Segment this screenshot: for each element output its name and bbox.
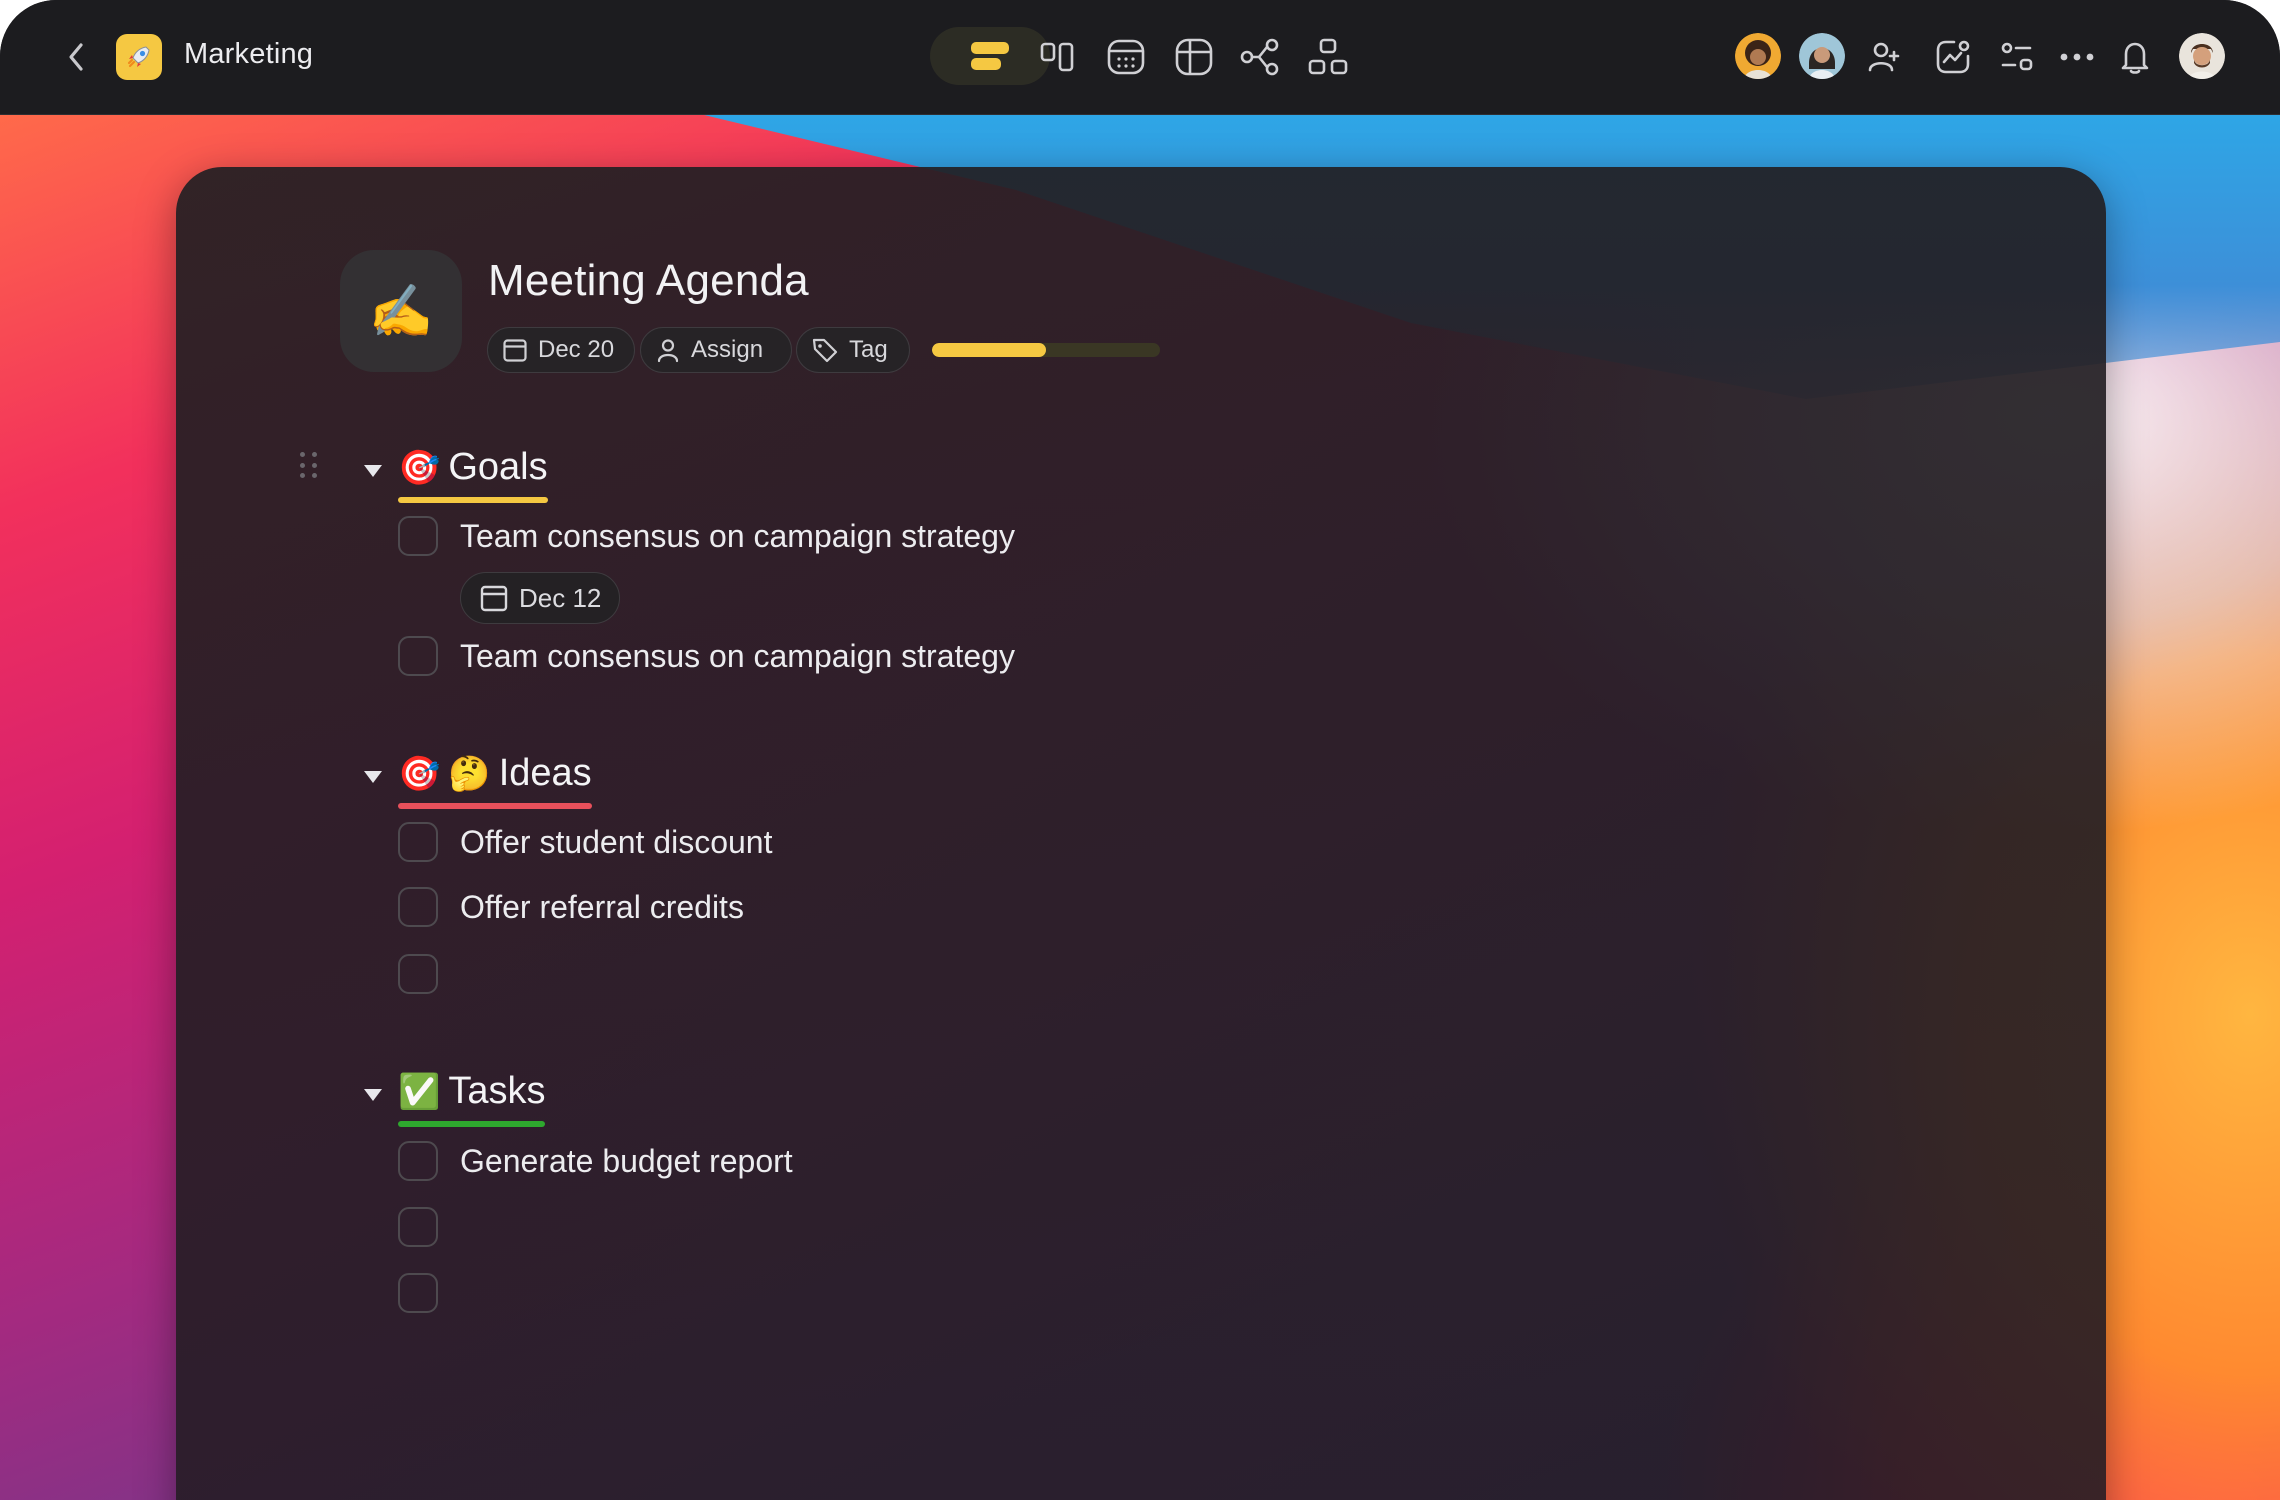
table-view-icon [1175,38,1213,76]
table-view-button[interactable] [1172,35,1216,79]
section-underline [398,803,592,809]
task-item[interactable]: Generate budget report [398,1141,793,1181]
collaborator-avatar[interactable] [1735,33,1781,79]
settings-sliders-icon [2001,42,2033,71]
collapse-triangle-icon[interactable] [364,464,382,477]
bell-icon [2121,42,2149,74]
task-item[interactable] [398,1207,460,1247]
section-title: Tasks [448,1070,546,1112]
due-date-label: Dec 20 [538,336,615,363]
activity-button[interactable] [1930,34,1976,80]
task-date-label: Dec 12 [519,582,602,613]
task-text[interactable]: Team consensus on campaign strategy [460,518,1015,555]
section-underline [398,1121,546,1127]
due-date-chip[interactable]: Dec 20 [487,327,635,373]
add-member-button[interactable] [1861,34,1907,80]
task-item[interactable]: Offer student discount [398,822,772,862]
progress-fill [932,343,1046,357]
task-checkbox[interactable] [398,636,438,676]
avatar-image [2179,33,2225,79]
section-ideas[interactable]: 🎯 🤔 Ideas [364,752,592,809]
tag-chip[interactable]: Tag [796,327,910,373]
drag-handle-icon[interactable] [300,452,320,480]
writing-hand-icon[interactable]: ✍️ [340,250,462,372]
task-item[interactable]: Team consensus on campaign strategy [398,636,1015,676]
notifications-button[interactable] [2112,34,2158,80]
task-item[interactable] [398,1273,460,1313]
progress-bar [932,343,1160,357]
more-icon [2060,53,2094,61]
section-title-wrap: ✅ Tasks [398,1070,546,1127]
section-title: Goals [448,446,548,488]
task-item[interactable] [398,954,460,994]
dart-icon: 🎯 [398,448,441,487]
tag-icon [812,338,838,363]
task-item[interactable]: Team consensus on campaign strategy [398,516,1015,556]
person-icon [657,339,679,363]
task-checkbox[interactable] [398,516,438,556]
user-avatar[interactable] [2179,33,2225,79]
assign-chip[interactable]: Assign [640,327,792,373]
task-text[interactable]: Generate budget report [460,1143,793,1180]
task-checkbox[interactable] [398,822,438,862]
thinking-face-icon: 🤔 [448,754,491,793]
section-underline [398,497,548,503]
task-date-chip[interactable]: Dec 12 [460,572,621,624]
task-checkbox[interactable] [398,1207,438,1247]
task-checkbox[interactable] [398,954,438,994]
calendar-icon [503,339,527,362]
task-text[interactable]: Offer referral credits [460,889,744,926]
section-title-wrap: 🎯 Goals [398,446,548,503]
calendar-view-button[interactable] [1104,35,1148,79]
back-button[interactable] [56,33,96,81]
board-view-icon [1040,42,1074,72]
flowchart-view-icon [1308,38,1348,75]
section-tasks[interactable]: ✅ Tasks [364,1070,546,1127]
app-window: Marketing ✍️ Meeting Agenda Dec 20 Assig… [0,0,2280,1500]
outline-view-button[interactable] [930,27,1050,85]
avatar-image [1735,33,1781,79]
mindmap-view-button[interactable] [1238,35,1282,79]
collapse-triangle-icon[interactable] [364,770,382,783]
more-button[interactable] [2054,34,2100,80]
task-text[interactable]: Offer student discount [460,824,772,861]
title-bar: Marketing [0,0,2280,115]
rocket-glyph [127,46,150,68]
flowchart-view-button[interactable] [1306,35,1350,79]
check-mark-icon: ✅ [398,1072,441,1111]
document-title[interactable]: Meeting Agenda [488,256,809,306]
task-checkbox[interactable] [398,1141,438,1181]
tag-label: Tag [849,336,888,363]
mindmap-view-icon [1240,38,1279,76]
app-title: Marketing [184,38,314,70]
section-title-wrap: 🎯 🤔 Ideas [398,752,592,809]
outline-view-icon [971,42,1009,70]
chevron-left-icon [69,43,83,71]
board-view-button[interactable] [1036,35,1080,79]
calendar-icon [480,585,508,612]
properties-button[interactable] [1994,34,2040,80]
section-goals[interactable]: 🎯 Goals [364,446,548,503]
dart-icon: 🎯 [398,754,441,793]
task-checkbox[interactable] [398,887,438,927]
task-checkbox[interactable] [398,1273,438,1313]
add-member-icon [1868,42,1900,72]
activity-icon [1936,40,1970,74]
collaborator-avatar[interactable] [1799,33,1845,79]
task-text[interactable]: Team consensus on campaign strategy [460,638,1015,675]
calendar-view-icon [1107,39,1145,75]
collapse-triangle-icon[interactable] [364,1088,382,1101]
section-title: Ideas [498,752,592,794]
task-item[interactable]: Offer referral credits [398,887,744,927]
avatar-image [1799,33,1845,79]
rocket-icon[interactable] [116,34,162,80]
assign-label: Assign [691,336,764,363]
